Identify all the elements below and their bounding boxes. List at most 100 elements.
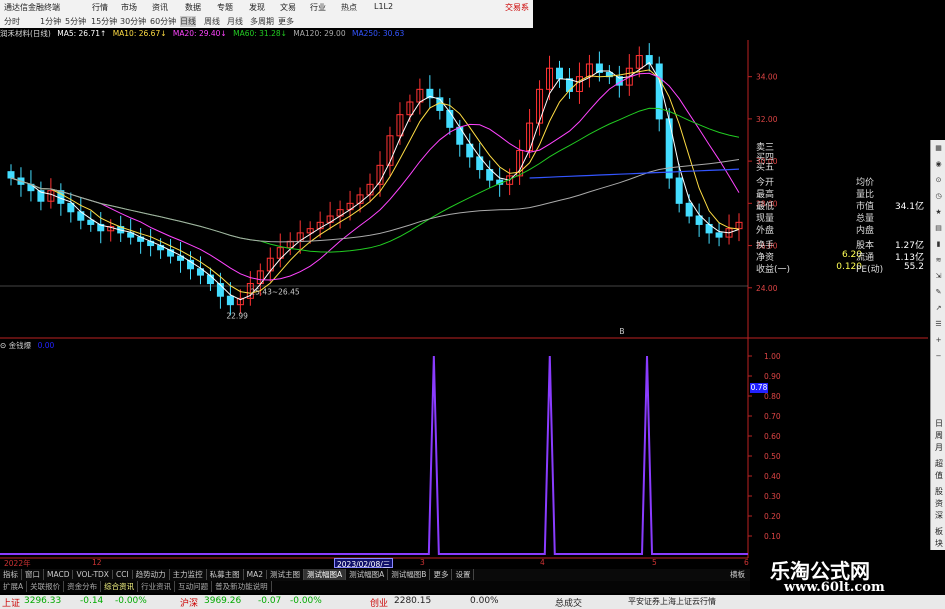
side-zhi[interactable]: 值 [934, 470, 944, 481]
indicator-current-tick: 0.78 [750, 383, 768, 393]
broker-label: 平安证券上海上证云行情 [628, 597, 716, 606]
tab2-funds[interactable]: 资金分布 [64, 581, 102, 592]
indicator-header: ⊙ 金钱爆 0.00 [0, 341, 55, 350]
bar-icon[interactable]: ▮ [934, 240, 943, 249]
candle-body [226, 295, 234, 306]
tab2-news[interactable]: 综合资讯 [101, 581, 139, 592]
indicator-tab-bar: 指标 窗口 MACD VOL-TDX CCI 趋势动力 主力监控 私募主图 MA2 测试主图 测试幅… [0, 569, 750, 581]
tab-monitor[interactable]: 主力监控 [170, 569, 207, 580]
ind-tick-label: 0.60 [764, 432, 781, 441]
star-icon[interactable]: ★ [934, 208, 943, 217]
sh-pct: -0.00% [115, 596, 147, 606]
watermark: 乐淘公式网 www.60lt.com [752, 550, 945, 595]
clock-icon[interactable]: ◷ [934, 192, 943, 201]
tab2-related[interactable]: 关联报价 [27, 581, 65, 592]
xlabel-3: 3 [420, 558, 425, 567]
chart-icon[interactable]: ▤ [934, 224, 943, 233]
signal-marker: B [619, 327, 624, 336]
tab-trend[interactable]: 趋势动力 [133, 569, 170, 580]
tab-vol[interactable]: VOL-TDX [73, 570, 113, 579]
ma10-line [10, 69, 740, 294]
hs-change: -0.07 [258, 596, 282, 606]
expand-icon[interactable]: ⇲ [934, 272, 943, 281]
minus-icon[interactable]: − [934, 352, 943, 361]
sh-label: 上证 [2, 599, 21, 609]
info-tab-bar: 扩展A 关联报价 资金分布 综合资讯 行业资讯 互动问题 普及新功能说明 [0, 581, 750, 593]
candle-body [446, 109, 454, 128]
cursor-date: 2023/02/08/三 [334, 558, 394, 569]
sh-value: 3296.33 [24, 596, 62, 606]
xlabel-5: 5 [652, 558, 657, 567]
quote-row: 最高 量比 [756, 190, 875, 200]
candle-body [7, 171, 15, 179]
ma20-line [10, 72, 740, 281]
side-gu[interactable]: 股 [934, 486, 944, 497]
ind-tick-label: 0.90 [764, 372, 781, 381]
rsi-icon[interactable]: ≋ [934, 256, 943, 265]
side-ban[interactable]: 板 [934, 526, 944, 537]
candle-body [675, 177, 683, 204]
price-tick-label: 24.00 [756, 284, 778, 293]
candle-body [685, 202, 693, 217]
search-icon[interactable]: ⊙ [934, 176, 943, 185]
watermark-url: www.60lt.com [784, 580, 885, 595]
tab2-qa[interactable]: 互动问题 [175, 581, 213, 592]
tab-indicator[interactable]: 指标 [0, 569, 22, 580]
side-zi[interactable]: 资 [934, 498, 944, 509]
side-month[interactable]: 月 [934, 442, 944, 453]
tab-more[interactable]: 更多 [430, 569, 453, 580]
candle-body [556, 67, 563, 80]
ind-tick-label: 0.70 [764, 412, 781, 421]
quote-row: 买五 [756, 163, 775, 173]
sh-change: -0.14 [80, 596, 104, 606]
xlabel-6: 6 [744, 558, 749, 567]
candle-body [715, 232, 723, 238]
side-kuai[interactable]: 块 [934, 538, 944, 549]
tab-private[interactable]: 私募主图 [207, 569, 244, 580]
tool-icon[interactable]: ✎ [934, 288, 943, 297]
hs-pct: -0.00% [290, 596, 322, 606]
xlabel-4: 4 [540, 558, 545, 567]
price-tick-label: 32.00 [756, 115, 778, 124]
quote-row: 换手 股本 1.27亿 [756, 241, 924, 251]
status-bar: 上证 3296.33 -0.14 -0.00% 沪深 3969.26 -0.07… [0, 595, 945, 609]
xlabel-2022: 2022年 [4, 559, 31, 568]
xlabel-12: 12 [92, 558, 102, 567]
side-week[interactable]: 周 [934, 430, 944, 441]
plus-icon[interactable]: + [934, 336, 943, 345]
candle-body [655, 63, 663, 120]
tab2-ext[interactable]: 扩展A [0, 581, 28, 592]
tab-macd[interactable]: MACD [44, 570, 74, 579]
ind-tick-label: 0.20 [764, 512, 781, 521]
side-day[interactable]: 日 [934, 418, 944, 429]
tab-test-b[interactable]: 测试幅图B [388, 569, 431, 580]
f10-icon[interactable]: ◉ [934, 160, 943, 169]
tab-ma2[interactable]: MA2 [244, 570, 268, 579]
grid-icon[interactable]: ▦ [934, 144, 943, 153]
right-sidebar: ▦ ◉ ⊙ ◷ ★ ▤ ▮ ≋ ⇲ ✎ ↗ ☰ + − 日 周 月 超 值 股 … [930, 140, 945, 572]
cy-pct: 0.00% [470, 596, 499, 606]
list-icon[interactable]: ☰ [934, 320, 943, 329]
ind-tick-label: 1.00 [764, 352, 781, 361]
side-chao[interactable]: 超 [934, 458, 944, 469]
ma5-line [10, 61, 740, 301]
arrow-icon[interactable]: ↗ [934, 304, 943, 313]
tab-test-a1[interactable]: 测试幅图A [304, 569, 347, 580]
ind-tick-label: 0.80 [764, 392, 781, 401]
tab-cci[interactable]: CCI [113, 570, 133, 579]
tab2-help[interactable]: 普及新功能说明 [212, 581, 272, 592]
cy-label: 创业 [370, 599, 389, 609]
price-tick-label: 34.00 [756, 73, 778, 82]
tab-settings[interactable]: 设置 [452, 569, 475, 580]
tab-test-main[interactable]: 测试主图 [267, 569, 305, 580]
quote-row: 最低 市值 34.1亿 [756, 202, 924, 212]
ma250-line [529, 168, 740, 179]
quote-row: 现量 总量 [756, 214, 875, 224]
kline-chart[interactable]: 34.0032.0030.0028.0026.0024.001.000.900.… [0, 0, 945, 609]
indicator-value: 0.00 [37, 341, 55, 350]
side-shen[interactable]: 深 [934, 510, 944, 521]
tab2-industry[interactable]: 行业资讯 [138, 581, 176, 592]
tab-window[interactable]: 窗口 [22, 569, 44, 580]
tab-horizontal[interactable]: 横板 [727, 569, 748, 580]
tab-test-a2[interactable]: 测试幅图A [346, 569, 389, 580]
